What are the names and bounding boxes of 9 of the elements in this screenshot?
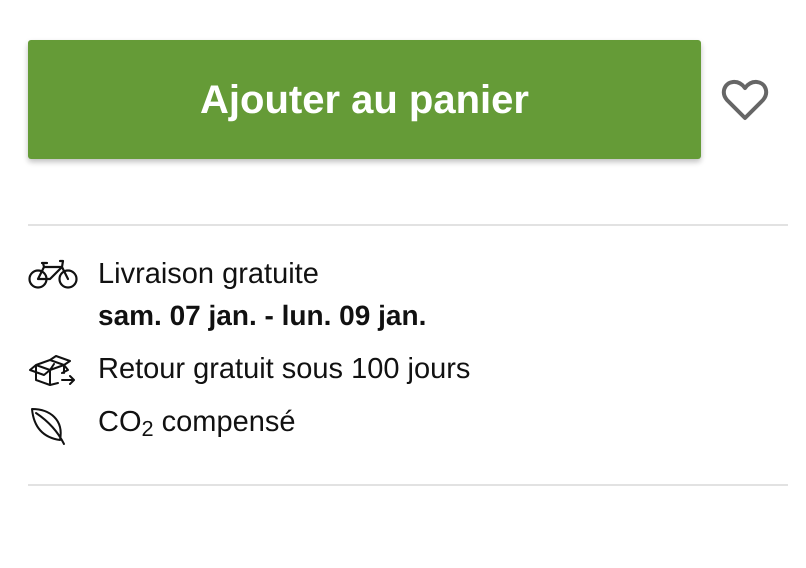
feature-text: CO$_{2}$ compensé [98, 405, 296, 440]
box-icon [28, 353, 78, 387]
feature-text: Retour gratuit sous 100 jours [98, 352, 470, 387]
leaf-icon [28, 406, 68, 446]
feature-text: Livraison gratuite [98, 257, 320, 292]
bicycle-icon [28, 258, 78, 290]
delivery-dates: sam. 07 jan. - lun. 09 jan. [98, 299, 426, 333]
heart-icon [721, 78, 769, 122]
add-to-cart-button[interactable]: Ajouter au panier [28, 40, 701, 159]
